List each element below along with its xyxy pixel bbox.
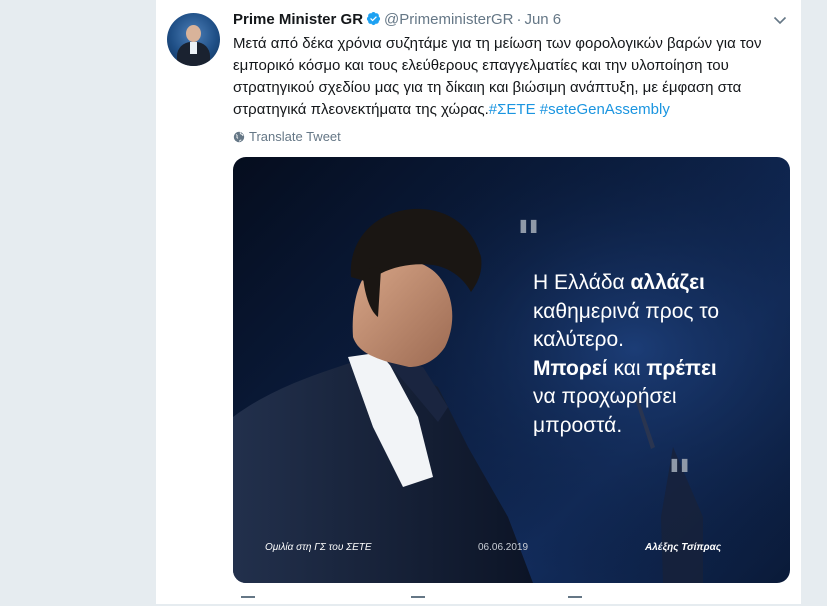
quote-segment: να προχωρήσει [533,385,677,408]
quote-line: Μπορεί και πρέπει [533,355,773,384]
globe-icon [233,131,245,143]
like-icon[interactable] [568,596,582,606]
quote-line: να προχωρήσει [533,383,773,412]
chevron-down-icon[interactable] [773,13,787,27]
quote-emphasis: Μπορεί [533,356,608,380]
caption-date: 06.06.2019 [478,542,529,553]
opening-quote-mark: " [516,211,542,267]
quote-segment: και [607,356,647,380]
author-handle[interactable]: @PrimeministerGR [384,11,513,28]
caption-author: Αλέξης Τσίπρας [645,542,722,553]
translate-tweet-button[interactable]: Translate Tweet [233,128,341,146]
tweet-card[interactable]: Prime Minister GR @PrimeministerGR · Jun 6 … [155,0,802,604]
reply-icon[interactable] [241,596,255,606]
quote-segment: καλύτερο. [533,328,624,351]
verified-badge-icon [366,11,381,26]
hashtag-setegenassembly[interactable]: #seteGenAssembly [540,101,670,118]
tweet-actions [233,596,693,606]
tweet-header: Prime Minister GR @PrimeministerGR · Jun 6 [233,10,793,30]
tweet-media-image[interactable]: " " Η Ελλάδα αλλάζει καθημερινά προς το κα… [233,157,790,583]
quote-line: Η Ελλάδα αλλάζει [533,269,773,298]
quote-emphasis: πρέπει [646,356,717,380]
quote-line: καθημερινά προς το [533,298,773,327]
avatar[interactable] [167,13,220,66]
tweet-date[interactable]: Jun 6 [524,11,561,28]
quote-segment: Η Ελλάδα [533,271,631,294]
quote-emphasis: αλλάζει [630,271,705,294]
hashtag-sete[interactable]: #ΣΕΤΕ [489,101,536,118]
separator: · [516,11,522,28]
quote-line: καλύτερο. [533,326,773,355]
translate-label: Translate Tweet [249,129,341,144]
caption-event: Ομιλία στη ΓΣ του ΣΕΤΕ [265,542,372,553]
closing-quote-mark: " [667,450,693,506]
quote-segment: καθημερινά προς το [533,299,720,323]
quote-text: Η Ελλάδα αλλάζει καθημερινά προς το καλύτε… [533,269,773,440]
author-name[interactable]: Prime Minister GR [233,11,363,28]
tweet-text: Μετά από δέκα χρόνια συζητάμε για τη μεί… [233,33,793,121]
quote-segment: μπροστά. [533,413,623,437]
retweet-icon[interactable] [411,596,425,606]
quote-line: μπροστά. [533,412,773,441]
